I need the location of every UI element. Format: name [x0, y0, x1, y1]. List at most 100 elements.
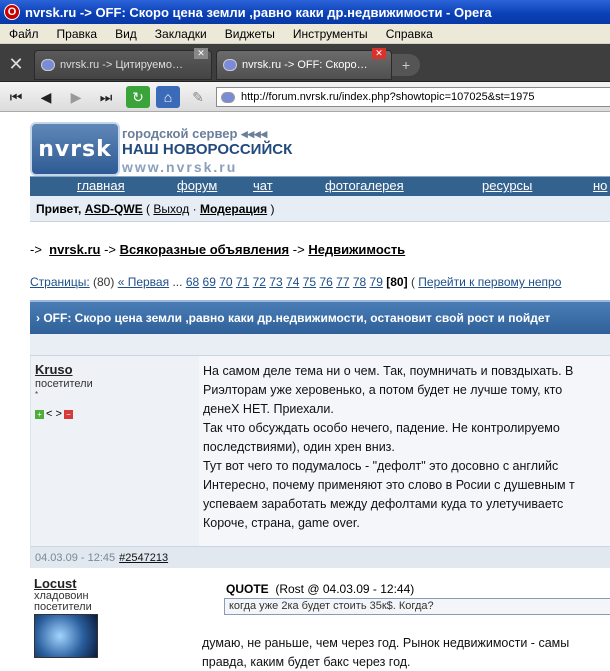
address-field[interactable]: http://forum.nvrsk.ru/index.php?showtopi… [216, 87, 610, 107]
menu-tools[interactable]: Инструменты [284, 27, 377, 41]
site-logo[interactable]: nvrsk городской сервер ◂◂◂◂ НАШ НОВОРОСС… [30, 118, 610, 178]
page-link[interactable]: 72 [253, 275, 266, 289]
nav-more[interactable]: но [593, 178, 607, 193]
post-body: На самом деле тема ни о чем. Так, поумни… [203, 362, 610, 533]
goto-first-unread-link[interactable]: Перейти к первому непро [418, 275, 561, 289]
fast-forward-icon[interactable]: ⏭ [94, 86, 118, 108]
nav-home[interactable]: главная [77, 178, 125, 193]
post-author[interactable]: Kruso [35, 362, 73, 377]
menu-edit[interactable]: Правка [48, 27, 107, 41]
close-tab-icon[interactable]: ✕ [194, 48, 208, 59]
page-link[interactable]: 78 [353, 275, 366, 289]
post-footer: 04.03.09 - 12:45 #2547213 [31, 546, 610, 568]
page-link[interactable]: 76 [319, 275, 332, 289]
post-line: Так что обсуждать особо нечего, падение.… [203, 421, 560, 435]
pages-total: (80) [93, 275, 115, 289]
home-icon[interactable]: ⌂ [156, 86, 180, 108]
avatar [34, 614, 98, 658]
nav-chat[interactable]: чат [253, 178, 273, 193]
site-favicon-icon [41, 59, 55, 71]
page-link[interactable]: 70 [219, 275, 232, 289]
topic-title: › OFF: Скоро цена земли ,равно каки др.н… [36, 311, 551, 325]
address-url: http://forum.nvrsk.ru/index.php?showtopi… [241, 91, 535, 103]
breadcrumb-arrow: -> [292, 242, 305, 257]
post-line: На самом деле тема ни о чем. Так, поумни… [203, 364, 574, 378]
moderation-link[interactable]: Модерация [200, 202, 267, 216]
post-line: правда, каким будет бакс через год. [202, 655, 411, 669]
menu-bar: Файл Правка Вид Закладки Виджеты Инструм… [0, 24, 610, 44]
reputation-value: < > [46, 408, 62, 420]
post-line: успеваем заработать между дефолтами куда… [203, 497, 564, 511]
user-bar: Привет, ASD-QWE ( Выход · Модерация ) [30, 196, 610, 222]
topic-title-bar: › OFF: Скоро цена земли ,равно каки др.н… [30, 300, 610, 334]
post-line: Короче, страна, game over. [203, 516, 360, 530]
close-tab-icon[interactable]: ✕ [372, 48, 386, 59]
menu-bookmarks[interactable]: Закладки [146, 27, 216, 41]
reputation-controls: + < > − [35, 408, 73, 420]
page-link[interactable]: 71 [236, 275, 249, 289]
menu-view[interactable]: Вид [106, 27, 146, 41]
rep-minus-icon[interactable]: − [63, 409, 73, 419]
pages-label[interactable]: Страницы: [30, 275, 90, 289]
logo-badge: nvrsk [30, 122, 120, 176]
quote-label: QUOTE [226, 582, 269, 596]
forward-icon[interactable]: ▶ [64, 86, 88, 108]
quote-text: когда уже 2ка будет стоить 35к$. Когда? [224, 598, 610, 615]
post-line: Интересно, почему применяют это слово в … [203, 478, 575, 492]
rewind-icon[interactable]: ⏮ [4, 86, 28, 108]
page-link[interactable]: 74 [286, 275, 299, 289]
page-link[interactable]: 68 [186, 275, 199, 289]
quote-meta: (Rost @ 04.03.09 - 12:44) [275, 582, 415, 596]
tab-current[interactable]: nvrsk.ru -> OFF: Скоро… [216, 50, 392, 80]
nav-gallery[interactable]: фотогалерея [325, 178, 404, 193]
post-author-column: Kruso посетители * + < > − [31, 356, 199, 546]
logo-url: www.nvrsk.ru [122, 159, 238, 175]
post-line: денеХ НЕТ. Приехали. [203, 402, 334, 416]
tab-quoted[interactable]: nvrsk.ru -> Цитируемо… [34, 50, 212, 80]
menu-widgets[interactable]: Виджеты [216, 27, 284, 41]
topic-subheader [30, 334, 610, 356]
back-icon[interactable]: ◀ [34, 86, 58, 108]
nav-forum[interactable]: форум [177, 178, 217, 193]
window-titlebar: O nvrsk.ru -> OFF: Скоро цена земли ,рав… [0, 0, 610, 24]
forum-post: Locust хладовоин посетители QUOTE (Rost … [30, 570, 610, 671]
logo-subtitle: городской сервер ◂◂◂◂ [122, 126, 268, 141]
edit-icon[interactable]: ✎ [186, 86, 210, 108]
post-number-link[interactable]: #2547213 [119, 552, 168, 564]
breadcrumb-ads[interactable]: Всякоразные объявления [120, 242, 290, 257]
post-date: 04.03.09 - 12:45 [35, 551, 116, 564]
post-line: думаю, не раньше, чем через год. Рынок н… [202, 636, 570, 650]
post-body: думаю, не раньше, чем через год. Рынок н… [202, 634, 610, 671]
page-link[interactable]: 73 [269, 275, 282, 289]
page-link[interactable]: 69 [203, 275, 216, 289]
post-author[interactable]: Locust [34, 576, 77, 591]
nav-resources[interactable]: ресурсы [482, 178, 532, 193]
breadcrumb-realty[interactable]: Недвижимость [308, 242, 405, 257]
first-page-link[interactable]: « Первая [118, 275, 169, 289]
page-content: nvrsk городской сервер ◂◂◂◂ НАШ НОВОРОСС… [0, 112, 610, 671]
tools-icon[interactable]: ✕ [2, 50, 30, 78]
site-favicon-icon [223, 59, 237, 71]
page-link[interactable]: 77 [336, 275, 349, 289]
page-link[interactable]: 75 [303, 275, 316, 289]
menu-file[interactable]: Файл [0, 27, 48, 41]
reload-icon[interactable]: ↻ [126, 86, 150, 108]
site-navigation: главная форум чат фотогалерея ресурсы но [30, 176, 610, 196]
breadcrumb-site[interactable]: nvrsk.ru [49, 242, 100, 257]
pages-ellipsis: ... [172, 275, 183, 289]
rep-plus-icon[interactable]: + [35, 409, 44, 419]
menu-help[interactable]: Справка [377, 27, 442, 41]
logout-link[interactable]: Выход [153, 202, 189, 216]
logo-title: НАШ НОВОРОССИЙСК [122, 141, 293, 158]
tab-bar: ✕ nvrsk.ru -> Цитируемо… ✕ nvrsk.ru -> O… [0, 44, 610, 82]
pagination: Страницы: (80) « Первая ... 68 69 70 71 … [30, 275, 562, 289]
window-title: nvrsk.ru -> OFF: Скоро цена земли ,равно… [25, 4, 492, 20]
current-page: [80] [386, 275, 408, 289]
greeting-text: Привет, [36, 201, 82, 216]
page-link[interactable]: 79 [370, 275, 383, 289]
username-link[interactable]: ASD-QWE [85, 202, 143, 216]
site-favicon-icon [221, 91, 235, 103]
new-tab-button[interactable]: + [392, 54, 420, 76]
breadcrumb: -> nvrsk.ru -> Всякоразные объявления ->… [30, 242, 405, 257]
author-rank-star: * [35, 390, 39, 399]
